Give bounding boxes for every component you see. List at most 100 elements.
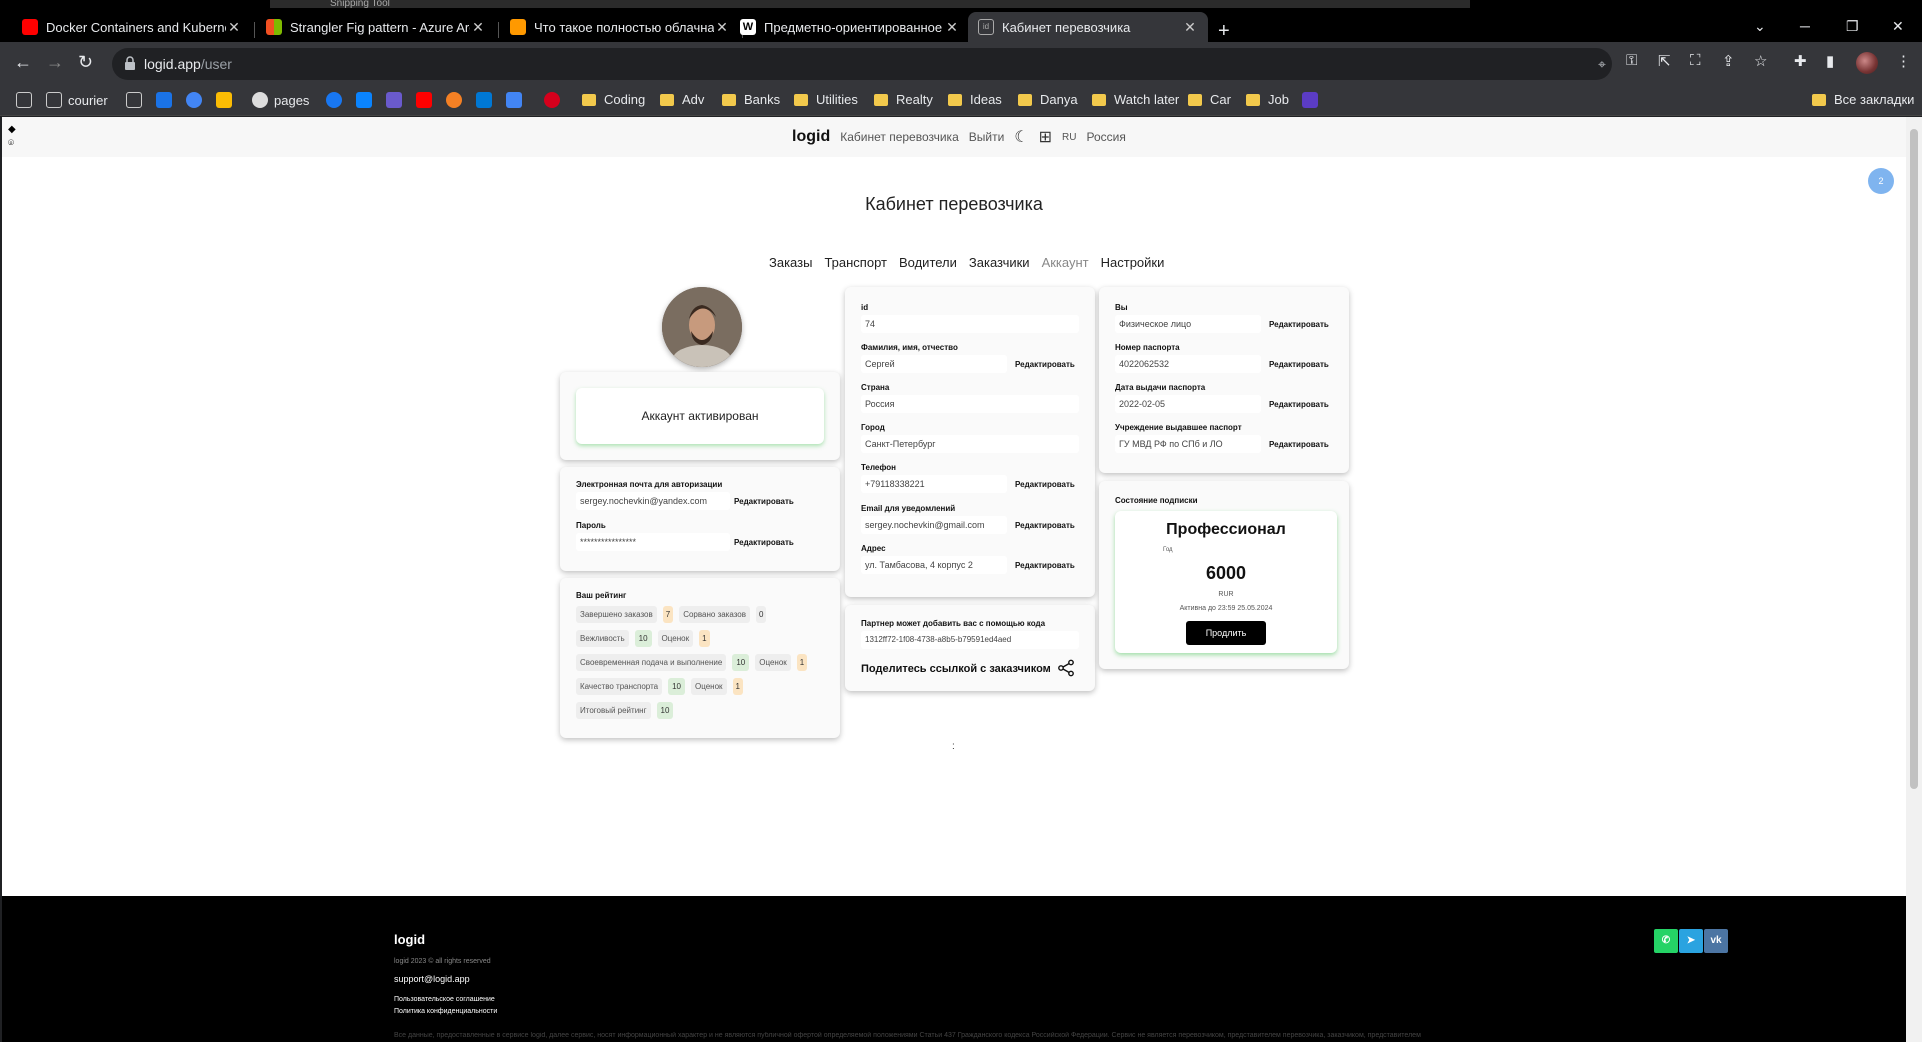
reload-button[interactable]: ↻ xyxy=(78,52,93,73)
user-avatar[interactable] xyxy=(662,287,742,367)
password-field[interactable]: **************** xyxy=(576,533,730,551)
location-icon[interactable]: ⌖ xyxy=(1598,56,1606,73)
renew-button[interactable]: Продлить xyxy=(1186,621,1266,645)
bookmark-app5[interactable] xyxy=(356,92,378,108)
share-icon[interactable]: ⇪ xyxy=(1722,52,1735,70)
scrollbar-thumb[interactable] xyxy=(1910,129,1918,789)
issuer-field[interactable]: ГУ МВД РФ по СПб и ЛО xyxy=(1115,435,1261,453)
all-bookmarks[interactable]: Все закладки xyxy=(1812,92,1914,107)
edit-passport-button[interactable]: Редактировать xyxy=(1269,360,1329,369)
site-logo[interactable]: logid xyxy=(792,128,830,146)
share-link-label[interactable]: Поделитесь ссылкой с заказчиком xyxy=(861,663,1051,675)
edit-password-button[interactable]: Редактировать xyxy=(734,538,794,547)
page-scrollbar[interactable] xyxy=(1906,117,1922,1042)
footer-support-email[interactable]: support@logid.app xyxy=(394,974,470,984)
bookmark-folder-danya[interactable]: Danya xyxy=(1018,92,1078,107)
bookmark-youtube[interactable] xyxy=(416,92,438,108)
close-icon[interactable]: ✕ xyxy=(470,19,486,36)
edit-email-button[interactable]: Редактировать xyxy=(734,497,794,506)
forward-button[interactable]: → xyxy=(46,52,64,73)
profile-avatar[interactable] xyxy=(1856,52,1878,74)
browser-tab-docker[interactable]: Docker Containers and Kuberne ✕ xyxy=(12,12,252,42)
privacy-policy-link[interactable]: Политика конфиденциальности xyxy=(394,1008,497,1015)
bookmark-hh[interactable] xyxy=(544,92,566,108)
user-agreement-link[interactable]: Пользовательское соглашение xyxy=(394,996,495,1003)
bookmark-folder-adv[interactable]: Adv xyxy=(660,92,704,107)
bookmark-courier[interactable]: courier xyxy=(46,92,108,108)
tab-settings[interactable]: Настройки xyxy=(1101,255,1165,270)
edit-issue-date-button[interactable]: Редактировать xyxy=(1269,400,1329,409)
browser-tab-ddd[interactable]: W Предметно-ориентированное ✕ xyxy=(730,12,970,42)
browser-tab-cloud[interactable]: Что такое полностью облачная ✕ xyxy=(500,12,740,42)
passport-field[interactable]: 4022062532 xyxy=(1115,355,1261,373)
notification-badge[interactable]: 2 xyxy=(1868,168,1894,194)
edit-address-button[interactable]: Редактировать xyxy=(1015,561,1075,570)
translate-icon[interactable]: ⛶ xyxy=(1690,52,1701,69)
partner-code-field[interactable]: 1312ff72-1f08-4738-a8b5-b79591ed4aed xyxy=(861,631,1079,649)
bookmark-folder-realty[interactable]: Realty xyxy=(874,92,933,107)
edit-issuer-button[interactable]: Редактировать xyxy=(1269,440,1329,449)
key-icon[interactable]: ⚿ xyxy=(1626,52,1637,69)
browser-tab-strangler[interactable]: Strangler Fig pattern - Azure Arc ✕ xyxy=(256,12,496,42)
bookmark-app8[interactable] xyxy=(1302,92,1324,108)
bookmark-app4[interactable] xyxy=(326,92,348,108)
bookmark-app7[interactable] xyxy=(446,92,468,108)
tab-search-icon[interactable]: ⌄ xyxy=(1754,18,1766,35)
country-select[interactable]: Россия xyxy=(1086,130,1125,144)
bookmark-app6[interactable] xyxy=(386,92,408,108)
cabinet-link[interactable]: Кабинет перевозчика xyxy=(840,130,959,144)
edit-name-button[interactable]: Редактировать xyxy=(1015,360,1075,369)
vk-icon[interactable]: vk xyxy=(1704,929,1728,953)
name-field[interactable]: Сергей xyxy=(861,355,1007,373)
browser-tab-cabinet[interactable]: id Кабинет перевозчика ✕ xyxy=(968,12,1208,42)
side-panel-icon[interactable]: ▮ xyxy=(1826,52,1834,70)
address-field[interactable]: ул. Тамбасова, 4 корпус 2 xyxy=(861,556,1007,574)
bookmark-folder-banks[interactable]: Banks xyxy=(722,92,780,107)
close-icon[interactable]: ✕ xyxy=(944,19,960,36)
notify-email-field[interactable]: sergey.nochevkin@gmail.com xyxy=(861,516,1007,534)
auth-email-field[interactable]: sergey.nochevkin@yandex.com xyxy=(576,492,730,510)
open-external-icon[interactable]: ⇱ xyxy=(1658,52,1671,70)
language-select[interactable]: RU xyxy=(1062,132,1076,143)
entity-type-field[interactable]: Физическое лицо xyxy=(1115,315,1261,333)
minimize-button[interactable]: ─ xyxy=(1800,18,1810,34)
edit-notify-email-button[interactable]: Редактировать xyxy=(1015,521,1075,530)
tab-transport[interactable]: Транспорт xyxy=(824,255,887,270)
phone-field[interactable]: +79118338221 xyxy=(861,475,1007,493)
menu-icon[interactable]: ⋮ xyxy=(1896,52,1911,70)
bookmark-app2[interactable] xyxy=(186,92,208,108)
bookmark-app3[interactable] xyxy=(216,92,238,108)
tab-orders[interactable]: Заказы xyxy=(769,255,812,270)
close-icon[interactable]: ✕ xyxy=(1182,19,1198,36)
tab-drivers[interactable]: Водители xyxy=(899,255,957,270)
bookmark-folder-ideas[interactable]: Ideas xyxy=(948,92,1002,107)
restore-button[interactable]: ❐ xyxy=(1846,18,1859,35)
bookmark-folder-watch-later[interactable]: Watch later xyxy=(1092,92,1179,107)
logout-link[interactable]: Выйти xyxy=(969,130,1005,144)
whatsapp-icon[interactable]: ✆ xyxy=(1654,929,1678,953)
extensions-icon[interactable]: ✚ xyxy=(1794,52,1807,70)
close-icon[interactable]: ✕ xyxy=(226,19,242,36)
bookmark-logid2-icon[interactable] xyxy=(126,92,148,108)
grid-icon[interactable]: ⊞ xyxy=(1039,127,1052,147)
bookmark-folder-job[interactable]: Job xyxy=(1246,92,1289,107)
edit-phone-button[interactable]: Редактировать xyxy=(1015,480,1075,489)
footer-logo[interactable]: logid xyxy=(394,932,425,947)
country-field[interactable]: Россия xyxy=(861,395,1079,413)
bookmark-pages[interactable]: pages xyxy=(252,92,309,108)
bookmark-onedrive[interactable] xyxy=(476,92,498,108)
bookmark-app1[interactable] xyxy=(156,92,178,108)
share-icon[interactable] xyxy=(1057,659,1075,677)
tab-customers[interactable]: Заказчики xyxy=(969,255,1030,270)
edit-entity-type-button[interactable]: Редактировать xyxy=(1269,320,1329,329)
bookmark-folder-utilities[interactable]: Utilities xyxy=(794,92,858,107)
close-window-button[interactable]: ✕ xyxy=(1892,18,1904,35)
bookmark-logid-icon[interactable] xyxy=(16,92,38,108)
back-button[interactable]: ← xyxy=(14,52,32,73)
issue-date-field[interactable]: 2022-02-05 xyxy=(1115,395,1261,413)
moon-icon[interactable]: ☾ xyxy=(1014,127,1028,147)
telegram-icon[interactable]: ➤ xyxy=(1679,929,1703,953)
city-field[interactable]: Санкт-Петербург xyxy=(861,435,1079,453)
close-icon[interactable]: ✕ xyxy=(714,19,730,36)
tab-account[interactable]: Аккаунт xyxy=(1042,255,1089,270)
